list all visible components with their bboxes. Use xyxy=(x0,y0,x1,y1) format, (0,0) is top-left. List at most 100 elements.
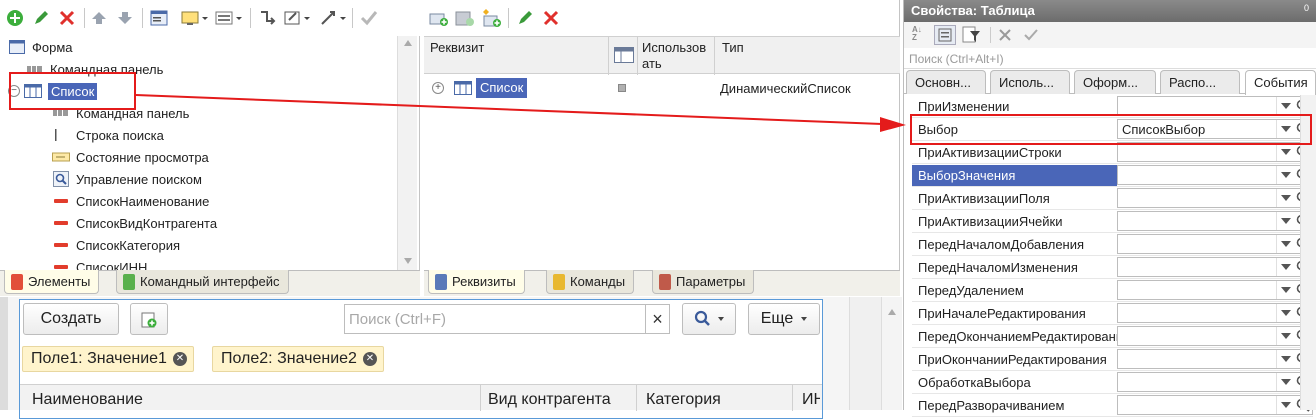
dropdown-arrow-icon[interactable] xyxy=(1276,281,1294,299)
tree-item-field[interactable]: СписокВидКонтрагента xyxy=(52,212,217,234)
event-handler-field[interactable] xyxy=(1117,188,1313,208)
move-down-icon[interactable] xyxy=(114,7,136,29)
close-icon[interactable]: ✕ xyxy=(362,352,377,366)
add-column-icon[interactable] xyxy=(454,7,476,29)
tree-item-form[interactable]: Форма xyxy=(8,36,73,58)
close-icon[interactable]: ✕ xyxy=(172,352,187,366)
event-handler-field[interactable] xyxy=(1117,326,1313,346)
tab-events[interactable]: События xyxy=(1245,70,1316,95)
form-properties-icon[interactable] xyxy=(148,7,170,29)
event-row[interactable]: ПередНачаломИзменения xyxy=(912,256,1313,279)
event-row[interactable]: ПриАктивизацииПоля xyxy=(912,187,1313,210)
event-row[interactable]: ВыборЗначения xyxy=(912,164,1313,187)
filter-icon[interactable] xyxy=(962,26,982,44)
event-handler-field[interactable] xyxy=(1117,142,1313,162)
scroll-down-icon[interactable] xyxy=(404,258,412,264)
tab-commands[interactable]: Команды xyxy=(546,270,635,294)
dropdown-arrow-icon[interactable] xyxy=(1276,166,1294,184)
tree-item-view-state[interactable]: Состояние просмотра xyxy=(52,146,209,168)
event-row[interactable]: ПередУдалением xyxy=(912,279,1313,302)
more-button[interactable]: Еще xyxy=(748,303,820,335)
event-handler-field[interactable] xyxy=(1117,165,1313,185)
event-row[interactable]: ПриНачалеРедактирования xyxy=(912,302,1313,325)
dropdown-arrow-icon[interactable] xyxy=(1276,327,1294,345)
tab-command-interface[interactable]: Командный интерфейс xyxy=(116,270,289,294)
event-row[interactable]: ПередНачаломДобавления xyxy=(912,233,1313,256)
event-handler-field[interactable] xyxy=(1117,349,1313,369)
event-handler-field[interactable] xyxy=(1117,395,1313,415)
copy-button[interactable] xyxy=(130,303,168,335)
filter-chip[interactable]: Поле1: Значение1 ✕ xyxy=(22,346,194,372)
clear-icon[interactable] xyxy=(998,28,1012,42)
categorized-icon[interactable] xyxy=(934,25,956,45)
search-options-button[interactable] xyxy=(682,303,736,335)
dropdown-arrow-icon[interactable] xyxy=(1276,396,1294,414)
add-icon[interactable] xyxy=(4,7,26,29)
dropdown-arrow-icon[interactable] xyxy=(1276,350,1294,368)
event-row[interactable]: ПриАктивизацииЯчейки xyxy=(912,210,1313,233)
column-header-inn[interactable]: ИН xyxy=(802,391,820,409)
pin-icon[interactable]: 0 xyxy=(1304,3,1309,13)
column-header-counterparty-type[interactable]: Вид контрагента xyxy=(488,391,611,409)
column-header-type[interactable]: Тип xyxy=(722,40,744,55)
create-button[interactable]: Создать xyxy=(23,303,119,335)
dropdown-arrow-icon[interactable] xyxy=(1276,97,1294,115)
scroll-up-icon[interactable] xyxy=(888,309,896,315)
dropdown-arrow-icon[interactable] xyxy=(1276,235,1294,253)
column-header-attribute[interactable]: Реквизит xyxy=(430,40,484,55)
resize-icon[interactable] xyxy=(282,7,312,29)
scroll-up-icon[interactable] xyxy=(404,40,412,46)
event-handler-field[interactable] xyxy=(1117,211,1313,231)
event-handler-field[interactable] xyxy=(1117,303,1313,323)
display-mode-icon[interactable] xyxy=(180,7,210,29)
event-row[interactable]: ОбработкаВыбора xyxy=(912,371,1313,394)
tree-item-field[interactable]: СписокИНН xyxy=(52,256,147,270)
edit-pencil-icon[interactable] xyxy=(514,7,536,29)
dropdown-arrow-icon[interactable] xyxy=(1276,304,1294,322)
dropdown-arrow-icon[interactable] xyxy=(1276,212,1294,230)
edit-pencil-icon[interactable] xyxy=(30,7,52,29)
sort-alpha-icon[interactable]: A↓ Z xyxy=(912,26,922,42)
tab-usage[interactable]: Исполь... xyxy=(990,70,1070,94)
properties-search-input[interactable]: Поиск (Ctrl+Alt+I) xyxy=(904,49,1316,69)
event-row[interactable]: ПередОкончаниемРедактирования xyxy=(912,325,1313,348)
delete-icon[interactable] xyxy=(56,7,78,29)
event-handler-field[interactable] xyxy=(1117,280,1313,300)
column-header-category[interactable]: Категория xyxy=(646,391,721,409)
check-icon[interactable] xyxy=(358,7,380,29)
jump-icon[interactable] xyxy=(256,7,278,29)
add-group-icon[interactable] xyxy=(480,7,502,29)
tab-layout[interactable]: Распо... xyxy=(1160,70,1240,94)
layout-icon[interactable] xyxy=(214,7,244,29)
dropdown-arrow-icon[interactable] xyxy=(1276,258,1294,276)
preview-scrollbar[interactable] xyxy=(881,297,902,410)
search-input[interactable]: Поиск (Ctrl+F) xyxy=(344,304,646,334)
tree-scrollbar[interactable] xyxy=(397,36,417,270)
clear-search-button[interactable]: × xyxy=(646,304,670,334)
column-header-name[interactable]: Наименование xyxy=(32,391,143,409)
tab-elements[interactable]: Элементы xyxy=(4,270,100,294)
delete-icon[interactable] xyxy=(540,7,562,29)
tree-item-search-control[interactable]: Управление поиском xyxy=(52,168,202,190)
event-row[interactable]: ПриОкончанииРедактирования xyxy=(912,348,1313,371)
tree-item-field[interactable]: СписокНаименование xyxy=(52,190,209,212)
tab-attributes[interactable]: Реквизиты xyxy=(428,270,525,294)
stretch-icon[interactable] xyxy=(318,7,348,29)
move-up-icon[interactable] xyxy=(88,7,110,29)
tree-item-field[interactable]: СписокКатегория xyxy=(52,234,180,256)
apply-check-icon[interactable] xyxy=(1024,28,1038,42)
dropdown-arrow-icon[interactable] xyxy=(1276,143,1294,161)
tab-main[interactable]: Основн... xyxy=(906,70,986,94)
dropdown-arrow-icon[interactable] xyxy=(1276,189,1294,207)
event-handler-field[interactable] xyxy=(1117,234,1313,254)
add-attribute-icon[interactable] xyxy=(428,7,450,29)
event-row[interactable]: ПередРазворачиванием xyxy=(912,394,1313,417)
event-handler-field[interactable] xyxy=(1117,257,1313,277)
dropdown-arrow-icon[interactable] xyxy=(1276,373,1294,391)
filter-chip[interactable]: Поле2: Значение2 ✕ xyxy=(212,346,384,372)
event-handler-field[interactable] xyxy=(1117,372,1313,392)
tab-appearance[interactable]: Оформ... xyxy=(1074,70,1156,94)
column-header-use[interactable]: Использовать xyxy=(642,40,710,72)
event-handler-field[interactable] xyxy=(1117,96,1313,116)
tab-parameters[interactable]: Параметры xyxy=(652,270,755,294)
